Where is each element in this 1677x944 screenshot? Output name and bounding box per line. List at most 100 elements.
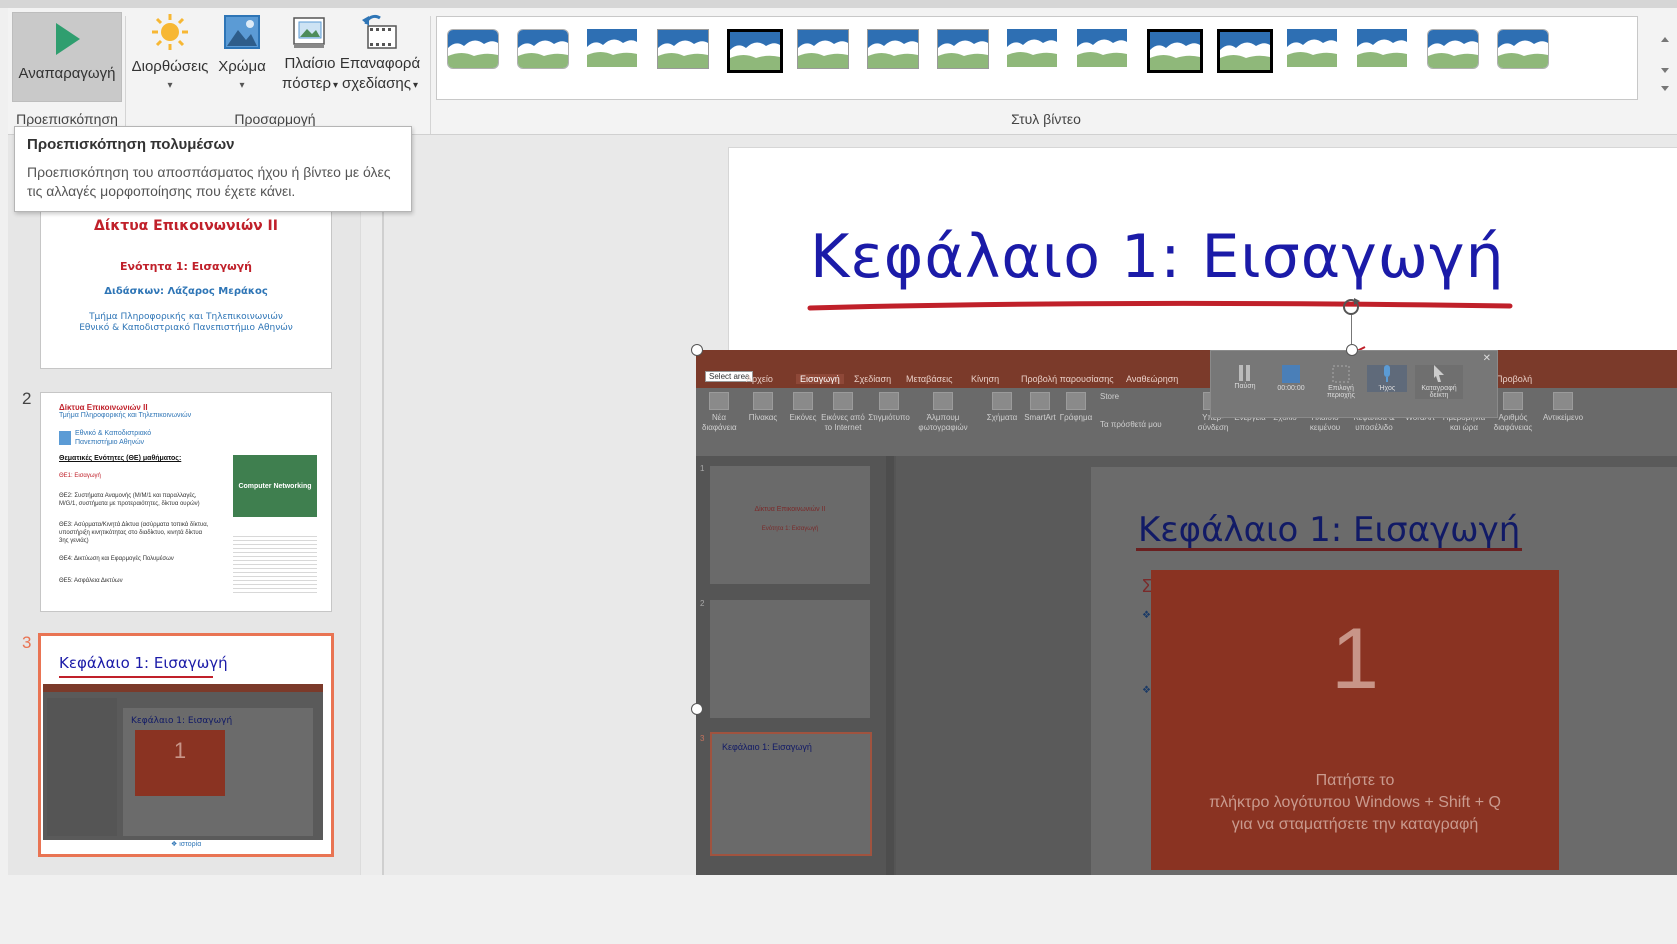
video-style-14[interactable] [1357, 29, 1407, 67]
thumb1-unit: Ενότητα 1: Εισαγωγή [119, 260, 252, 273]
video-style-8[interactable] [937, 29, 989, 69]
sun-icon [152, 14, 188, 50]
landscape-thumbnail-icon [658, 30, 708, 68]
countdown-message-line2: πλήκτρο λογότυπου Windows + Shift + Q [1209, 794, 1501, 811]
landscape-thumbnail-icon [448, 30, 498, 68]
embedded-tab-view: Προβολή [1496, 374, 1533, 384]
thumb3-footer-text: ιστορία [179, 841, 202, 848]
chevron-down-icon: ▾ [412, 80, 419, 91]
video-styles-group-label: Στυλ βίντεο [1011, 111, 1081, 127]
embedded-thumb-2 [710, 600, 870, 718]
embedded-slide-num-2: 2 [700, 599, 705, 608]
play-label: Αναπαραγωγή [18, 65, 116, 82]
embedded-btn-chart: Γράφημα [1058, 392, 1094, 423]
thumb3-countdown: 1 [135, 730, 225, 796]
ribbon: Αναπαραγωγή Προεπισκόπηση Διορθώσεις ▾ Χ… [8, 8, 1677, 135]
screen-recording-toolbar: ✕ Παύση 00:00:00 Επιλογή περιοχής Ήχος Κ… [1210, 350, 1498, 418]
slide-number-2: 2 [22, 389, 32, 408]
embedded-slide-num-1: 1 [700, 464, 705, 473]
chevron-down-icon: ▾ [239, 80, 245, 91]
video-style-12[interactable] [1217, 29, 1273, 73]
embedded-btn-smartart: SmartArt [1020, 392, 1060, 423]
resize-handle-top-left[interactable] [691, 344, 703, 356]
landscape-thumbnail-icon [1287, 29, 1337, 67]
landscape-thumbnail-icon [868, 30, 918, 68]
color-button[interactable]: Χρώμα ▾ [214, 12, 270, 91]
embedded-slide-title: Κεφάλαιο 1: Εισαγωγή [1138, 510, 1521, 550]
reset-design-button[interactable]: Επαναφορά σχεδίασης ▾ [338, 12, 422, 96]
thumb2-item-1: ΘΕ1: Εισαγωγή [59, 473, 101, 479]
embedded-pane-scrollbar [886, 456, 894, 875]
embedded-tab-animations: Κίνηση [971, 374, 1000, 384]
resize-handle-top-middle[interactable] [1346, 344, 1358, 356]
gallery-scroll-arrows-icon [1661, 37, 1669, 91]
video-style-9[interactable] [1007, 29, 1057, 67]
video-style-1[interactable] [447, 29, 499, 69]
embedded-slide-num-3: 3 [700, 734, 705, 743]
embedded-tab-insert: Εισαγωγή [796, 374, 844, 384]
book-reference-text [233, 533, 317, 593]
thumb1-dept: Τμήμα Πληροφορικής και Τηλεπικοινωνιών [89, 312, 283, 322]
video-style-5[interactable] [727, 29, 783, 73]
landscape-thumbnail-icon [1150, 32, 1200, 70]
embedded-ribbon: Νέα διαφάνεια Πίνακας Εικόνες Εικόνες απ… [696, 388, 1677, 456]
color-label: Χρώμα [218, 58, 266, 75]
gallery-scroll[interactable] [1658, 18, 1672, 96]
poster-frame-button[interactable]: Πλαίσιο πόστερ ▾ [274, 12, 346, 96]
slide-thumbnail-2[interactable]: Δίκτυα Επικοινωνιών ΙΙ Τμήμα Πληροφορική… [40, 392, 332, 612]
video-style-13[interactable] [1287, 29, 1337, 67]
thumb1-title: Δίκτυα Επικοινωνιών ΙΙ [94, 218, 278, 234]
video-style-7[interactable] [867, 29, 919, 69]
select-area-icon [1332, 365, 1350, 383]
corrections-button[interactable]: Διορθώσεις ▾ [130, 12, 210, 91]
book-cover-image: Computer Networking [233, 455, 317, 517]
landscape-thumbnail-icon [1428, 30, 1478, 68]
rotate-handle-icon[interactable] [1341, 297, 1361, 317]
thumb3-inner-pane [47, 698, 117, 836]
embedded-bullet-icon: ❖ [1142, 685, 1151, 696]
landscape-thumbnail-icon [798, 30, 848, 68]
video-style-15[interactable] [1427, 29, 1479, 69]
slide-title[interactable]: Κεφάλαιο 1: Εισαγωγή [810, 222, 1505, 292]
video-style-4[interactable] [657, 29, 709, 69]
landscape-thumbnail-icon [1357, 29, 1407, 67]
thumbnail-pane-scrollbar[interactable] [360, 135, 383, 875]
video-style-16[interactable] [1497, 29, 1549, 69]
video-style-10[interactable] [1077, 29, 1127, 67]
thumb3-title: Κεφάλαιο 1: Εισαγωγή [59, 654, 228, 672]
select-area-button: Επιλογή περιοχής [1321, 365, 1361, 399]
slide-thumbnail-3-selected[interactable]: Κεφάλαιο 1: Εισαγωγή Κεφάλαιο 1: Εισαγωγ… [38, 633, 334, 857]
landscape-thumbnail-icon [730, 32, 780, 70]
countdown-message-line3: για να σταματήσετε την καταγραφή [1231, 816, 1479, 833]
thumb2-item-4: ΘΕ4: Δικτύωση και Εφαρμογές Πολυμέσων [59, 556, 174, 562]
thumb3-screenshot: Κεφάλαιο 1: Εισαγωγή 1 [43, 684, 323, 840]
preview-group-label: Προεπισκόπηση [16, 111, 118, 127]
embedded-thumb-1-unit: Ενότητα 1: Εισαγωγή [761, 526, 819, 532]
embedded-tab-design: Σχεδίαση [854, 374, 892, 384]
countdown-message-line1: Πατήστε το [1315, 772, 1395, 789]
poster-frame-label-line1: Πλαίσιο [284, 55, 336, 72]
reset-design-label-line1: Επαναφορά [339, 55, 421, 72]
video-style-3[interactable] [587, 29, 637, 67]
stop-button: 00:00:00 [1271, 365, 1311, 392]
thumb3-ribbon [43, 684, 323, 692]
pointer-icon [1434, 365, 1444, 382]
rotate-stem [1351, 314, 1352, 344]
thumb3-inner-title: Κεφάλαιο 1: Εισαγωγή [131, 716, 233, 726]
embedded-btn-photo-album: Άλμπουμ φωτογραφιών [914, 392, 972, 433]
landscape-thumbnail-icon [1220, 32, 1270, 70]
thumb2-header2: Τμήμα Πληροφορικής και Τηλεπικοινωνιών [59, 412, 192, 419]
countdown-number: 1 [1331, 611, 1379, 707]
audio-button: Ήχος [1367, 365, 1407, 392]
thumb2-item-2: ΘΕ2: Συστήματα Αναμονής (M/M/1 και παραλ… [59, 493, 200, 507]
embedded-thumb-3-title: Κεφάλαιο 1: Εισαγωγή [722, 742, 812, 752]
video-style-11[interactable] [1147, 29, 1203, 73]
resize-handle-middle-left[interactable] [691, 703, 703, 715]
thumb3-countdown-number: 1 [173, 738, 187, 763]
video-style-2[interactable] [517, 29, 569, 69]
embedded-btn-my-addins: Τα πρόσθετά μου [1100, 420, 1162, 429]
poster-frame-icon [293, 17, 325, 48]
title-underline [59, 676, 213, 678]
play-button[interactable]: Αναπαραγωγή [12, 12, 122, 102]
video-style-6[interactable] [797, 29, 849, 69]
